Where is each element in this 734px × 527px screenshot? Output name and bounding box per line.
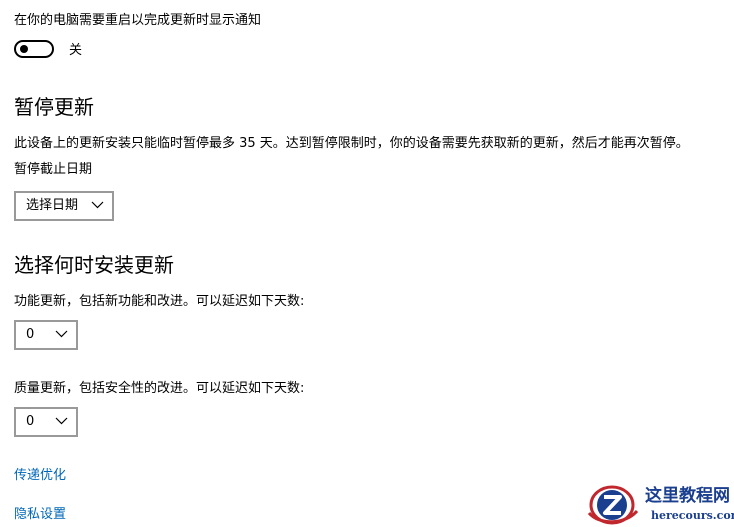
feature-update-days-dropdown[interactable]: 0 — [14, 320, 78, 350]
chevron-down-icon — [91, 201, 104, 209]
quality-update-days-dropdown[interactable]: 0 — [14, 407, 78, 437]
pause-until-label: 暂停截止日期 — [14, 162, 93, 177]
privacy-settings-link[interactable]: 隐私设置 — [14, 507, 66, 523]
watermark: 这里教程网 herecours.com — [585, 483, 734, 527]
pause-date-value: 选择日期 — [26, 198, 79, 213]
z-globe-logo-icon — [587, 485, 639, 525]
chevron-down-icon — [55, 417, 68, 425]
restart-notification-label: 在你的电脑需要重启以完成更新时显示通知 — [14, 13, 262, 28]
chevron-down-icon — [55, 330, 68, 338]
toggle-knob — [20, 45, 28, 53]
watermark-title: 这里教程网 — [645, 486, 730, 506]
delivery-optimization-link[interactable]: 传递优化 — [14, 468, 66, 484]
quality-update-label: 质量更新，包括安全性的改进。可以延迟如下天数: — [14, 381, 305, 396]
toggle-state-label: 关 — [69, 43, 83, 58]
quality-update-days-value: 0 — [26, 414, 35, 429]
pause-updates-description: 此设备上的更新安装只能临时暂停最多 35 天。达到暂停限制时，你的设备需要先获取… — [14, 136, 689, 151]
watermark-url: herecours.com — [651, 509, 734, 522]
feature-update-label: 功能更新，包括新功能和改进。可以延迟如下天数: — [14, 294, 305, 309]
pause-date-dropdown[interactable]: 选择日期 — [14, 191, 114, 221]
choose-when-heading: 选择何时安装更新 — [14, 253, 174, 277]
feature-update-days-value: 0 — [26, 327, 35, 342]
restart-notification-toggle[interactable] — [14, 40, 54, 58]
pause-updates-heading: 暂停更新 — [14, 95, 94, 119]
